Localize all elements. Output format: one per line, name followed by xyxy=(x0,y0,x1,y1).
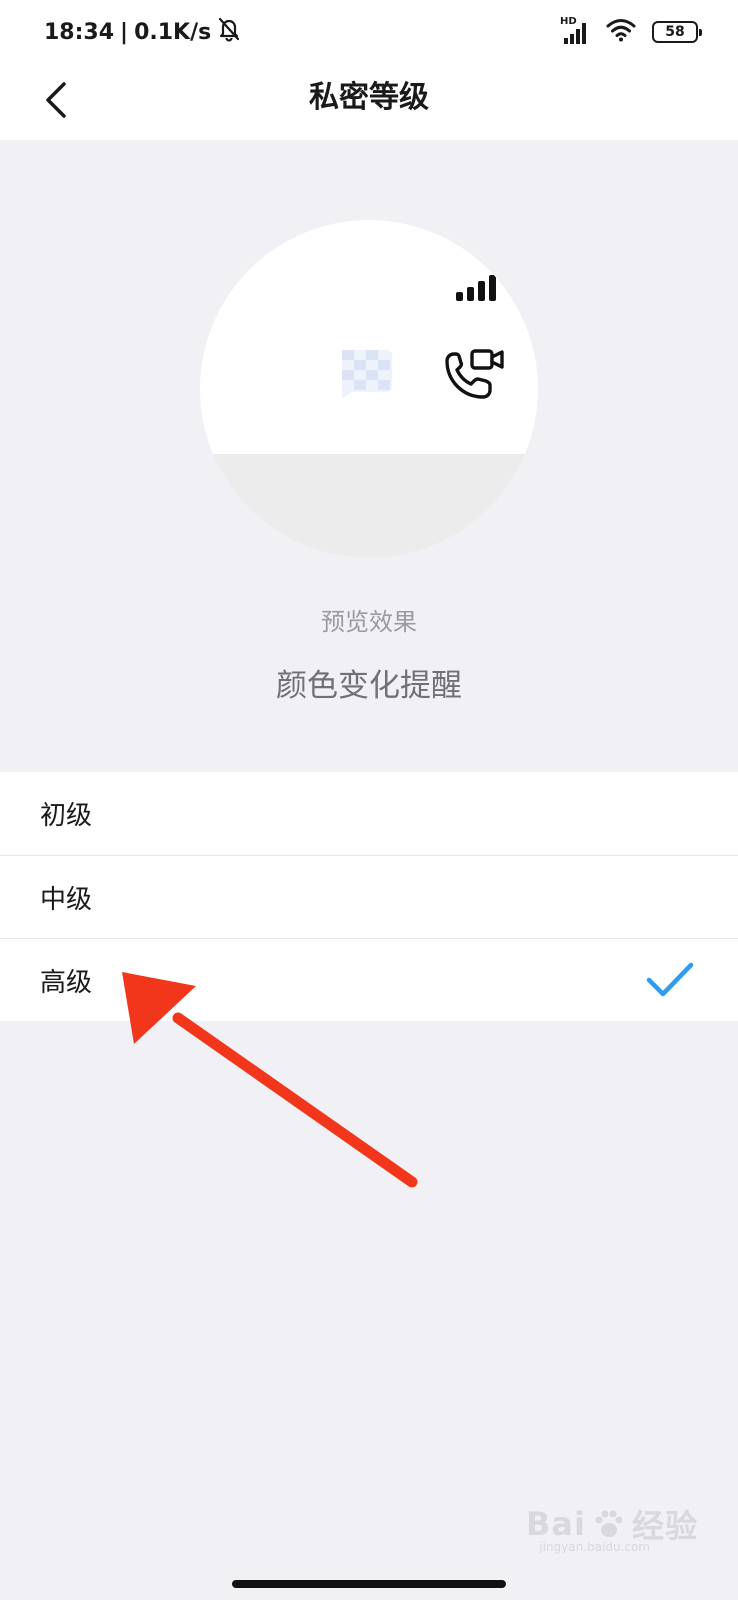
wifi-icon xyxy=(606,18,636,46)
preview-effect-label: 颜色变化提醒 xyxy=(276,668,462,704)
screen: 18:34 | 0.1K/s HD 58 私密等级 预览效果 颜色变化提醒 初级… xyxy=(0,0,738,1600)
status-right: HD 58 xyxy=(560,16,702,48)
level-option-label: 初级 xyxy=(40,801,93,831)
status-time: 18:34 xyxy=(44,19,115,45)
bell-muted-icon xyxy=(217,16,241,48)
level-option-label: 高级 xyxy=(40,967,93,998)
level-option-advanced[interactable]: 高级 xyxy=(0,938,738,1021)
nav-bar: 私密等级 xyxy=(0,62,738,140)
preview-image xyxy=(200,220,538,558)
page-title: 私密等级 xyxy=(309,80,429,115)
preview-band xyxy=(200,454,538,558)
home-indicator[interactable] xyxy=(232,1580,506,1588)
battery-level: 58 xyxy=(665,24,685,40)
baidu-watermark: Bai 经验 jingyan.baidu.com xyxy=(526,1494,698,1554)
status-bar: 18:34 | 0.1K/s HD 58 xyxy=(0,0,738,62)
level-option-basic[interactable]: 初级 xyxy=(0,772,738,855)
watermark-brand: Bai xyxy=(526,1505,586,1543)
watermark-domain: jingyan.baidu.com xyxy=(539,1540,650,1554)
signal-bars-icon xyxy=(456,275,496,301)
level-option-label: 中级 xyxy=(40,884,93,915)
cellular-signal-icon: HD xyxy=(560,16,590,45)
level-option-medium[interactable]: 中级 xyxy=(0,855,738,938)
video-call-icon xyxy=(445,349,504,399)
preview-caption: 预览效果 xyxy=(321,608,417,636)
paw-logo-icon xyxy=(595,1510,623,1537)
privacy-level-list: 初级 中级 高级 xyxy=(0,772,738,1021)
blurred-message-icon xyxy=(342,350,392,398)
status-left: 18:34 | 0.1K/s xyxy=(44,16,241,48)
status-net-speed: 0.1K/s xyxy=(134,19,212,45)
battery-icon: 58 xyxy=(652,21,702,43)
status-separator: | xyxy=(120,19,129,45)
checkmark-icon xyxy=(646,962,694,997)
